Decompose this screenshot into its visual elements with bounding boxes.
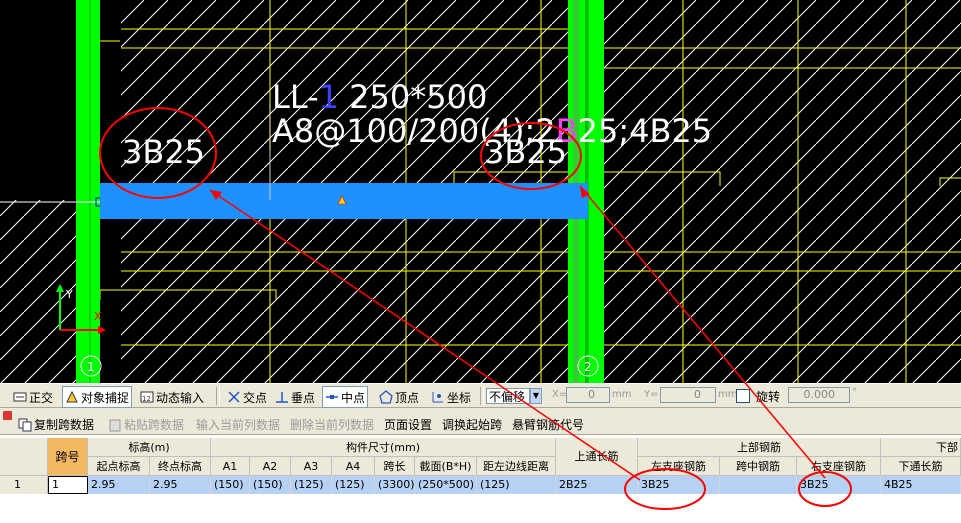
cell-mid-span[interactable] [720, 476, 797, 494]
column-left[interactable] [76, 0, 100, 383]
dynamic-input-button[interactable]: 12 动态输入 [137, 386, 207, 408]
right-support-label: 3B25 [484, 133, 567, 171]
beam-label-line1: LL-1 250*500 [272, 78, 487, 116]
snap-midpoint-button[interactable]: 中点 [322, 386, 369, 408]
degree-symbol: ° [852, 387, 857, 398]
paste-icon [108, 418, 122, 432]
cell-span-length[interactable]: (3300) [375, 476, 415, 494]
delete-current-column-button[interactable]: 删除当前列数据 [290, 416, 374, 433]
span-table-toolbar: 复制跨数据 粘贴跨数据 输入当前列数据 删除当前列数据 页面设置 调换起始跨 悬… [0, 408, 961, 435]
chevron-down-icon: ▼ [530, 388, 542, 404]
svg-text:12: 12 [142, 395, 151, 403]
col-group-bottom-rebar: 下部 [881, 438, 961, 457]
cell-section[interactable]: (250*500) [415, 476, 477, 494]
col-dist-left[interactable]: 距左边线距离 [477, 457, 556, 476]
col-a1[interactable]: A1 [211, 457, 250, 476]
y-unit: mm [718, 389, 738, 400]
col-a2[interactable]: A2 [250, 457, 291, 476]
svg-text:2: 2 [584, 360, 592, 374]
col-span-length[interactable]: 跨长 [375, 457, 415, 476]
ortho-icon [13, 390, 27, 404]
page-setup-button[interactable]: 页面设置 [384, 416, 432, 433]
cell-dist-left[interactable]: (125) [477, 476, 556, 494]
col-group-dims: 构件尺寸(mm) [211, 438, 556, 457]
rotate-checkbox[interactable]: 旋转 [736, 386, 780, 406]
cell-a1[interactable]: (150) [211, 476, 250, 494]
col-top-through[interactable]: 上通长筋 [556, 438, 638, 476]
x-coordinate-input[interactable]: 0 [566, 387, 610, 403]
svg-text:1: 1 [87, 360, 95, 374]
snap-vertex-button[interactable]: 顶点 [376, 386, 422, 408]
cell-a2[interactable]: (150) [250, 476, 291, 494]
col-end-elev[interactable]: 终点标高 [150, 457, 211, 476]
dynamic-input-icon: 12 [140, 390, 154, 404]
svg-text:X: X [94, 310, 102, 323]
col-group-elevation: 标高(m) [88, 438, 211, 457]
drawing-svg: LL-1 250*500 A8@100/200(4);2B25;4B25 3B2… [0, 0, 961, 383]
cell-a4[interactable]: (125) [332, 476, 375, 494]
copy-icon [18, 418, 32, 432]
x-unit: mm [612, 389, 632, 400]
intersection-icon [227, 390, 241, 404]
y-label: Y= [644, 389, 659, 400]
slab-hatch-left [0, 200, 76, 383]
coordinate-icon [431, 390, 445, 404]
vertex-icon [379, 390, 393, 404]
offset-select[interactable]: 不偏移 ▼ [486, 386, 542, 406]
close-icon[interactable] [3, 411, 12, 420]
midpoint-icon [325, 390, 339, 404]
col-right-support[interactable]: 右支座钢筋 [797, 457, 881, 476]
cell-right-support[interactable]: 3B25 [797, 476, 881, 494]
swap-start-span-button[interactable]: 调换起始跨 [442, 416, 502, 433]
col-bottom-through[interactable]: 下通长筋 [881, 457, 961, 476]
col-start-elev[interactable]: 起点标高 [88, 457, 150, 476]
slab-hatch-right [604, 0, 961, 383]
cad-drawing-canvas[interactable]: LL-1 250*500 A8@100/200(4);2B25;4B25 3B2… [0, 0, 961, 383]
col-group-top-rebar: 上部钢筋 [638, 438, 881, 457]
object-snap-button[interactable]: 对象捕捉 [62, 386, 133, 408]
col-left-support[interactable]: 左支座钢筋 [638, 457, 720, 476]
svg-text:Y: Y [65, 288, 73, 301]
cell-span-no[interactable]: 1 [48, 476, 88, 494]
cell-top-through[interactable]: 2B25 [556, 476, 638, 494]
cell-left-support[interactable]: 3B25 [638, 476, 720, 494]
cell-end-elev[interactable]: 2.95 [150, 476, 211, 494]
paste-span-button[interactable]: 粘贴跨数据 [108, 416, 184, 433]
col-section[interactable]: 截面(B*H) [415, 457, 477, 476]
input-current-column-button[interactable]: 输入当前列数据 [196, 416, 280, 433]
perpendicular-icon [275, 390, 289, 404]
y-coordinate-input[interactable]: 0 [660, 387, 716, 403]
ortho-button[interactable]: 正交 [10, 386, 56, 408]
snap-perpendicular-button[interactable]: 垂点 [272, 386, 318, 408]
col-mid-span[interactable]: 跨中钢筋 [720, 457, 797, 476]
rotate-angle-input[interactable]: 0.000 [788, 387, 850, 403]
snap-intersection-button[interactable]: 交点 [224, 386, 270, 408]
checkbox-icon [736, 389, 750, 403]
row-index: 1 [0, 476, 48, 494]
cell-start-elev[interactable]: 2.95 [88, 476, 150, 494]
col-a3[interactable]: A3 [291, 457, 332, 476]
col-span-no[interactable]: 跨号 [48, 438, 88, 476]
snap-toolbar: 正交 对象捕捉 12 动态输入 交点 垂点 中点 顶点 坐标 不偏移 ▼ X= … [0, 383, 961, 408]
snap-icon [65, 390, 79, 404]
cantilever-code-button[interactable]: 悬臂钢筋代号 [512, 416, 584, 433]
cell-bottom-through[interactable]: 4B25 [881, 476, 961, 494]
x-label: X= [552, 389, 568, 400]
span-data-grid: 跨号 标高(m) 起点标高 终点标高 构件尺寸(mm) A1 A2 A3 A4 … [0, 435, 961, 523]
left-support-label: 3B25 [122, 133, 205, 171]
snap-coordinate-button[interactable]: 坐标 [428, 386, 474, 408]
col-a4[interactable]: A4 [332, 457, 375, 476]
cell-a3[interactable]: (125) [291, 476, 332, 494]
copy-span-button[interactable]: 复制跨数据 [18, 416, 94, 433]
